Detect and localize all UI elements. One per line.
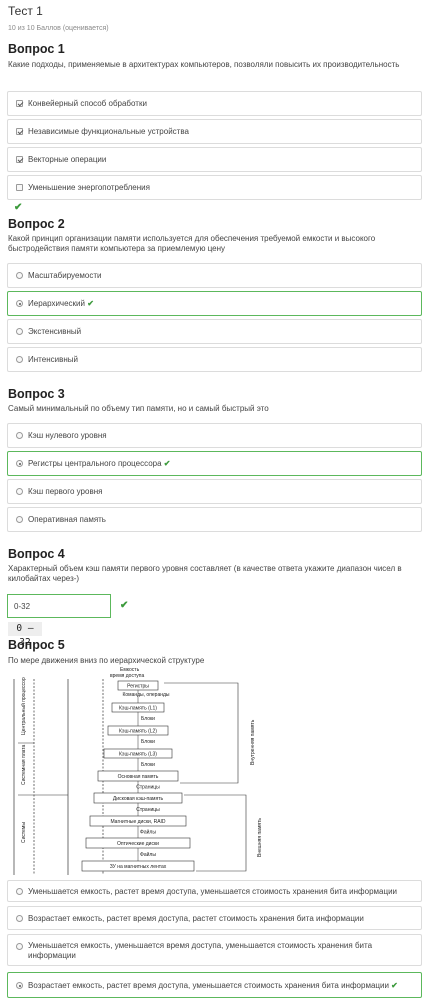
transfer-2: Блоки [141, 716, 155, 722]
radio-unselected[interactable] [16, 888, 23, 895]
option-label: Векторные операции [28, 155, 107, 164]
radio-unselected[interactable] [16, 488, 23, 495]
q2-option-2[interactable]: Иерархический ✔ [7, 291, 422, 316]
test-title: Тест 1 [8, 4, 43, 18]
option-label: Иерархический [28, 299, 85, 308]
correct-check-icon: ✔ [163, 459, 171, 468]
radio-unselected[interactable] [16, 432, 23, 439]
question-2-text: Какой принцип организации памяти использ… [8, 234, 376, 253]
level-tape: ЗУ на магнитных лентах [110, 864, 167, 870]
correct-check-icon: ✔ [120, 600, 129, 611]
option-label: Регистры центрального процессора [28, 459, 162, 468]
q1-option-1[interactable]: Конвейерный способ обработки [7, 91, 422, 116]
option-label: Экстенсивный [28, 327, 82, 336]
option-label: Кэш первого уровня [28, 487, 103, 496]
radio-unselected[interactable] [16, 356, 23, 363]
answer-input-value: 0-32 [14, 602, 31, 611]
option-label: Возрастает емкость, растет время доступа… [28, 981, 389, 990]
question-4-title: Вопрос 4 [8, 547, 65, 561]
checkbox-checked[interactable] [16, 100, 23, 107]
option-label: Интенсивный [28, 355, 78, 364]
option-label-wrap: Иерархический ✔ [28, 299, 415, 309]
memory-hierarchy-diagram: Емкость время доступа Центральный процес… [13, 667, 263, 875]
left-label-board: Системная плата [21, 744, 27, 785]
q5-option-4[interactable]: Возрастает емкость, растет время доступа… [7, 972, 422, 998]
correct-answer-chip: 0 – 32 [8, 622, 42, 648]
radio-unselected[interactable] [16, 272, 23, 279]
transfer-8: Файлы [140, 851, 156, 858]
level-l2: Кэш-память (L2) [119, 729, 157, 735]
transfer-5: Страницы [136, 785, 160, 791]
option-label: Кэш нулевого уровня [28, 431, 107, 440]
transfer-3: Блоки [141, 739, 155, 745]
option-label-wrap: Регистры центрального процессора ✔ [28, 459, 415, 469]
level-registers: Регистры [127, 684, 149, 690]
q5-option-1[interactable]: Уменьшается емкость, растет время доступ… [7, 880, 422, 902]
checkbox-checked[interactable] [16, 128, 23, 135]
transfer-7: Файлы [140, 829, 156, 836]
question-1-title: Вопрос 1 [8, 42, 65, 56]
radio-unselected[interactable] [16, 516, 23, 523]
level-l1: Кэш-память (L1) [119, 706, 157, 712]
q3-option-3[interactable]: Кэш первого уровня [7, 479, 422, 504]
transfer-6: Страницы [136, 807, 160, 813]
option-label: Независимые функциональные устройства [28, 127, 189, 136]
q5-option-2[interactable]: Возрастает емкость, растет время доступа… [7, 906, 422, 930]
radio-selected[interactable] [16, 982, 23, 989]
question-4-text: Характерный объем кэш памяти первого уро… [8, 564, 402, 583]
option-label: Масштабируемости [28, 271, 102, 280]
quiz-results-page: Тест 1 10 из 10 Баллов (оценивается) Воп… [0, 0, 428, 1008]
level-l3: Кэш-память (L3) [119, 752, 157, 758]
right-label-internal: Внутренняя память [250, 719, 256, 765]
radio-selected[interactable] [16, 300, 23, 307]
question-1-text: Какие подходы, применяемые в архитектура… [8, 60, 400, 69]
transfer-4: Блоки [141, 762, 155, 768]
option-label-wrap: Возрастает емкость, растет время доступа… [28, 981, 415, 991]
correct-check-icon: ✔ [391, 981, 398, 990]
radio-unselected[interactable] [16, 943, 23, 950]
level-optical-disks: Оптические диски [117, 841, 159, 847]
test-score: 10 из 10 Баллов (оценивается) [8, 25, 109, 32]
option-label: Уменьшение энергопотребления [28, 183, 150, 192]
option-label: Возрастает емкость, растет время доступа… [28, 914, 364, 923]
left-label-cpu: Центральный процессор [20, 677, 27, 735]
q1-option-4[interactable]: Уменьшение энергопотребления [7, 175, 422, 200]
q3-option-2[interactable]: Регистры центрального процессора ✔ [7, 451, 422, 476]
level-magnetic-disks: Магнитные диски, RAID [110, 819, 165, 825]
correct-check-icon: ✔ [87, 299, 94, 308]
checkbox-checked[interactable] [16, 156, 23, 163]
radio-unselected[interactable] [16, 915, 23, 922]
correct-check-icon: ✔ [14, 202, 23, 213]
q2-option-4[interactable]: Интенсивный [7, 347, 422, 372]
q5-option-3[interactable]: Уменьшается емкость, уменьшается время д… [7, 934, 422, 966]
q3-option-1[interactable]: Кэш нулевого уровня [7, 423, 422, 448]
right-label-external: Внешняя память [257, 818, 263, 857]
level-disk-cache: Дисковая кэш-память [113, 796, 164, 802]
question-3-title: Вопрос 3 [8, 387, 65, 401]
answer-input[interactable]: 0-32 [7, 594, 111, 618]
option-label: Уменьшается емкость, уменьшается время д… [28, 941, 373, 960]
option-label: Оперативная память [28, 515, 106, 524]
question-2-title: Вопрос 2 [8, 217, 65, 231]
transfer-1: Команды, операнды [122, 692, 169, 698]
q2-option-1[interactable]: Масштабируемости [7, 263, 422, 288]
option-label: Уменьшается емкость, растет время доступ… [28, 887, 398, 896]
q2-option-3[interactable]: Экстенсивный [7, 319, 422, 344]
level-main-memory: Основная память [118, 774, 159, 780]
question-3-text: Самый минимальный по объему тип памяти, … [8, 404, 269, 413]
diagram-top-note: Емкость время доступа [110, 667, 145, 679]
q1-option-3[interactable]: Векторные операции [7, 147, 422, 172]
q3-option-4[interactable]: Оперативная память [7, 507, 422, 532]
question-5-title: Вопрос 5 [8, 638, 65, 652]
checkbox-unchecked[interactable] [16, 184, 23, 191]
option-label: Конвейерный способ обработки [28, 99, 147, 108]
left-label-systems: Системы [21, 822, 27, 843]
radio-selected[interactable] [16, 460, 23, 467]
radio-unselected[interactable] [16, 328, 23, 335]
q1-option-2[interactable]: Независимые функциональные устройства [7, 119, 422, 144]
diagram-top-note-line2: время доступа [110, 673, 145, 679]
